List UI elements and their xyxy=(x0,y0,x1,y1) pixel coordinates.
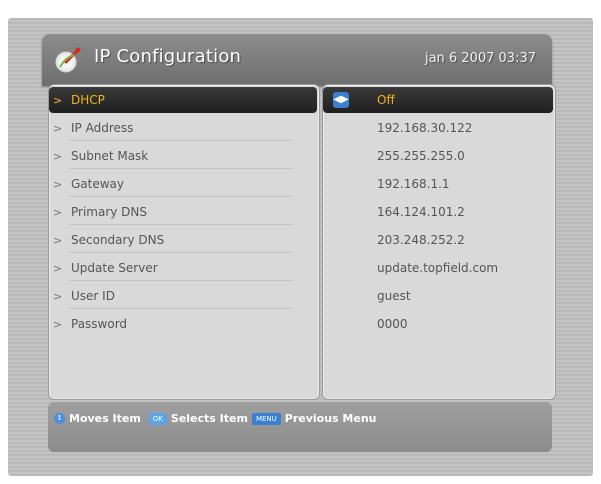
settings-row-gateway[interactable]: > Gateway xyxy=(49,171,319,197)
page-title: IP Configuration xyxy=(94,46,242,67)
setting-label: Secondary DNS xyxy=(71,233,165,247)
settings-row-primary-dns[interactable]: > Primary DNS xyxy=(49,199,319,225)
setting-label: IP Address xyxy=(71,121,134,135)
setting-value-subnet-mask[interactable]: 255.255.255.0 xyxy=(323,143,555,169)
setting-value-primary-dns[interactable]: 164.124.101.2 xyxy=(323,199,555,225)
setting-value-dhcp[interactable]: ◀▶ Off xyxy=(323,87,553,113)
help-select-text: Selects Item xyxy=(170,412,248,425)
setting-value: update.topfield.com xyxy=(377,261,499,275)
satellite-dish-icon xyxy=(55,47,81,73)
setting-value-user-id[interactable]: guest xyxy=(323,283,555,309)
chevron-right-icon: > xyxy=(53,205,63,219)
ok-key-icon: OK xyxy=(148,412,167,425)
datetime-label: jan 6 2007 03:37 xyxy=(424,51,536,66)
chevron-right-icon: > xyxy=(53,233,63,247)
setting-value: 255.255.255.0 xyxy=(377,149,465,163)
setting-value-update-server[interactable]: update.topfield.com xyxy=(323,255,555,281)
settings-row-subnet-mask[interactable]: > Subnet Mask xyxy=(49,143,319,169)
row-divider xyxy=(69,224,293,225)
setting-value: 192.168.30.122 xyxy=(377,121,473,135)
chevron-right-icon: > xyxy=(53,317,63,331)
chevron-right-icon: > xyxy=(53,93,63,107)
chevron-right-icon: > xyxy=(53,177,63,191)
settings-row-ip-address[interactable]: > IP Address xyxy=(49,115,319,141)
setting-value-gateway[interactable]: 192.168.1.1 xyxy=(323,171,555,197)
help-bar: ↕ Moves Item OK Selects Item MENU Previo… xyxy=(48,402,552,452)
row-divider xyxy=(69,252,293,253)
row-divider xyxy=(69,308,293,309)
setting-label: Gateway xyxy=(71,177,125,191)
setting-value: guest xyxy=(377,289,411,303)
settings-row-dhcp[interactable]: > DHCP xyxy=(49,87,317,113)
menu-key-icon: MENU xyxy=(251,412,281,425)
left-right-toggle-icon: ◀▶ xyxy=(333,92,349,108)
setting-value: 0000 xyxy=(377,317,408,331)
chevron-right-icon: > xyxy=(53,149,63,163)
settings-row-update-server[interactable]: > Update Server xyxy=(49,255,319,281)
settings-row-password[interactable]: > Password xyxy=(49,311,319,337)
setting-value-secondary-dns[interactable]: 203.248.252.2 xyxy=(323,227,555,253)
row-divider xyxy=(69,140,293,141)
setting-value: Off xyxy=(377,93,395,107)
up-down-button-icon: ↕ xyxy=(54,413,65,424)
setting-label: Password xyxy=(71,317,128,331)
setting-label: DHCP xyxy=(71,93,105,107)
setting-label: Subnet Mask xyxy=(71,149,149,163)
chevron-right-icon: > xyxy=(53,121,63,135)
setting-value: 164.124.101.2 xyxy=(377,205,465,219)
setting-label: User ID xyxy=(71,289,115,303)
setting-label: Primary DNS xyxy=(71,205,148,219)
setting-value: 203.248.252.2 xyxy=(377,233,465,247)
chevron-right-icon: > xyxy=(53,289,63,303)
header-bar: IP Configuration jan 6 2007 03:37 xyxy=(42,34,552,86)
row-divider xyxy=(69,168,293,169)
help-previous-menu-text: Previous Menu xyxy=(284,412,377,425)
settings-row-secondary-dns[interactable]: > Secondary DNS xyxy=(49,227,319,253)
settings-label-panel: > DHCP > IP Address > Subnet Mask > Gate… xyxy=(48,84,320,400)
setting-label: Update Server xyxy=(71,261,158,275)
row-divider xyxy=(69,280,293,281)
chevron-right-icon: > xyxy=(53,261,63,275)
settings-value-panel: ◀▶ Off 192.168.30.122 255.255.255.0 192.… xyxy=(322,84,556,400)
help-line: ↕ Moves Item OK Selects Item MENU Previo… xyxy=(54,412,377,425)
setting-value: 192.168.1.1 xyxy=(377,177,450,191)
row-divider xyxy=(69,196,293,197)
setting-value-ip-address[interactable]: 192.168.30.122 xyxy=(323,115,555,141)
settings-row-user-id[interactable]: > User ID xyxy=(49,283,319,309)
setting-value-password[interactable]: 0000 xyxy=(323,311,555,337)
help-move-text: Moves Item xyxy=(69,412,141,425)
